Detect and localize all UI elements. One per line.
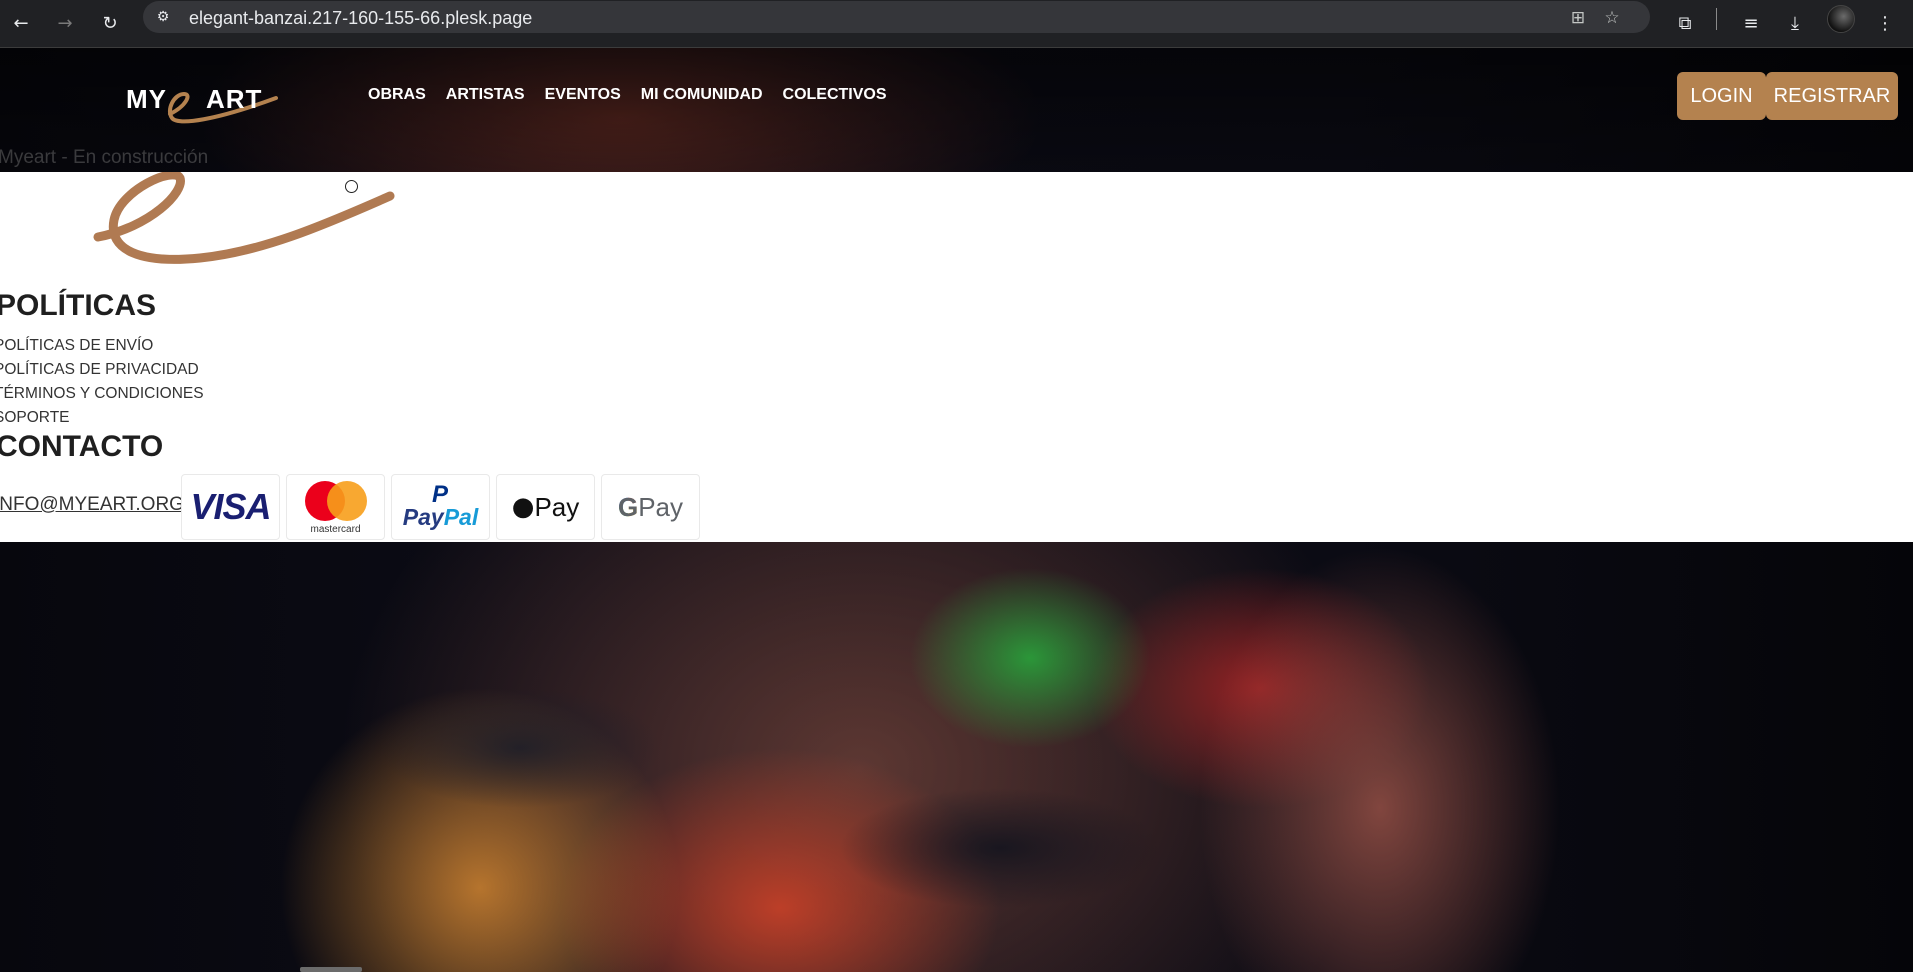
nav-colectivos[interactable]: COLECTIVOS [783,86,887,104]
site-footer: POLÍTICAS POLÍTICAS DE ENVÍO POLÍTICAS D… [0,172,1913,542]
payment-methods: VISA mastercard P PayPal ● Pay G Pay [181,474,700,540]
google-g-icon: G [617,491,639,522]
browser-toolbar: ← → ↻ ⚙ elegant-banzai.217-160-155-66.pl… [0,0,1913,48]
url-text[interactable]: elegant-banzai.217-160-155-66.plesk.page [189,8,532,29]
mastercard-text: mastercard [310,524,361,535]
nav-eventos[interactable]: EVENTOS [545,86,621,104]
menu-kebab-icon[interactable]: ⋮ [1870,8,1900,38]
register-button[interactable]: REGISTRAR [1766,72,1898,120]
apple-pay-text: Pay [534,491,580,522]
visa-logo: VISA [181,474,280,540]
forward-icon[interactable]: → [50,8,80,38]
mastercard-orange-circle [327,481,367,521]
dot-circle-icon [345,180,358,193]
contact-email-link[interactable]: INFO@MYEART.ORG [0,494,184,516]
google-pay-text: Pay [638,491,684,522]
apple-icon: ● [511,492,535,522]
google-pay-logo: G Pay [601,474,700,540]
site-header: MY ART OBRAS ARTISTAS EVENTOS MI COMUNID… [0,48,1913,172]
logo-art-text: ART [206,84,263,114]
contacto-heading: CONTACTO [0,430,164,463]
nav-mi-comunidad[interactable]: MI COMUNIDAD [641,86,763,104]
nav-artistas[interactable]: ARTISTAS [446,86,525,104]
policy-links: POLÍTICAS DE ENVÍO POLÍTICAS DE PRIVACID… [0,334,204,430]
apple-pay-logo: ● Pay [496,474,595,540]
download-icon[interactable]: ⤓ [1780,8,1810,38]
toolbar-divider [1716,8,1717,30]
broken-image-alt-text: Myeart - En construcción [0,147,209,168]
bookmark-star-icon[interactable]: ☆ [1599,5,1625,31]
reload-icon[interactable]: ↻ [95,8,125,38]
profile-avatar[interactable] [1827,5,1855,33]
link-terminos-condiciones[interactable]: TÉRMINOS Y CONDICIONES [0,382,204,406]
mastercard-logo: mastercard [286,474,385,540]
paypal-text: PayPal [402,504,479,530]
address-bar[interactable]: ⚙ elegant-banzai.217-160-155-66.plesk.pa… [143,1,1650,33]
link-politicas-privacidad[interactable]: POLÍTICAS DE PRIVACIDAD [0,358,204,382]
site-logo[interactable]: MY ART [126,76,286,136]
paypal-logo: P PayPal [391,474,490,540]
politicas-heading: POLÍTICAS [0,289,157,322]
nav-obras[interactable]: OBRAS [368,86,426,104]
main-nav: OBRAS ARTISTAS EVENTOS MI COMUNIDAD COLE… [368,86,907,104]
translate-icon[interactable]: ⊞ [1565,5,1591,31]
site-info-icon[interactable]: ⚙ [153,7,173,27]
link-politicas-envio[interactable]: POLÍTICAS DE ENVÍO [0,334,204,358]
media-control-icon[interactable]: ≡ [1736,8,1766,38]
visa-text: VISA [190,486,271,527]
back-icon[interactable]: ← [6,8,36,38]
extensions-icon[interactable]: ⧉ [1670,8,1700,38]
link-soporte[interactable]: SOPORTE [0,406,204,430]
horizontal-scrollbar-thumb[interactable] [300,967,362,972]
login-button[interactable]: LOGIN [1677,72,1766,120]
